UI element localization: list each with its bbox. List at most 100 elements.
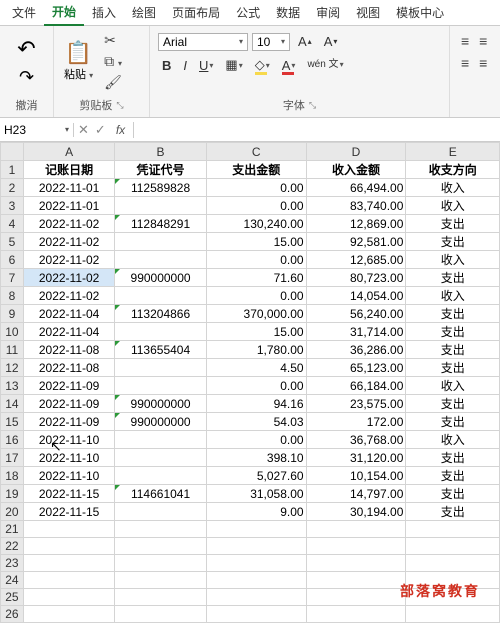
cell[interactable]: 36,768.00: [306, 431, 406, 449]
cell[interactable]: 5,027.60: [206, 467, 306, 485]
cell[interactable]: 2022-11-15: [23, 503, 114, 521]
format-painter-button[interactable]: 🖌: [101, 73, 125, 92]
cell[interactable]: 支出: [406, 449, 500, 467]
cell[interactable]: 0.00: [206, 251, 306, 269]
cell[interactable]: 113204866: [115, 305, 206, 323]
cell[interactable]: 92,581.00: [306, 233, 406, 251]
cell[interactable]: 65,123.00: [306, 359, 406, 377]
cell[interactable]: 23,575.00: [306, 395, 406, 413]
row-header[interactable]: 10: [1, 323, 24, 341]
cell[interactable]: 2022-11-09: [23, 395, 114, 413]
cell[interactable]: 10,154.00: [306, 467, 406, 485]
cell[interactable]: 30,194.00: [306, 503, 406, 521]
row-header[interactable]: 21: [1, 521, 24, 538]
cell[interactable]: 2022-11-02: [23, 233, 114, 251]
cell[interactable]: 0.00: [206, 179, 306, 197]
cell[interactable]: 2022-11-02: [23, 269, 114, 287]
formula-input[interactable]: [134, 123, 500, 137]
cell[interactable]: [115, 377, 206, 395]
col-header[interactable]: E: [406, 143, 500, 161]
row-header[interactable]: 2: [1, 179, 24, 197]
align-top-button[interactable]: ≡: [458, 32, 472, 50]
select-all-corner[interactable]: [1, 143, 24, 161]
cell[interactable]: 66,184.00: [306, 377, 406, 395]
cell[interactable]: [406, 606, 500, 623]
row-header[interactable]: 24: [1, 572, 24, 589]
cell[interactable]: 113655404: [115, 341, 206, 359]
cell[interactable]: 支出: [406, 233, 500, 251]
cell[interactable]: 2022-11-09: [23, 377, 114, 395]
cell[interactable]: 支出: [406, 323, 500, 341]
cell[interactable]: 2022-11-04: [23, 305, 114, 323]
copy-button[interactable]: ⧉ ▾: [101, 52, 125, 71]
cell[interactable]: [206, 521, 306, 538]
cell[interactable]: 2022-11-04: [23, 323, 114, 341]
col-header[interactable]: C: [206, 143, 306, 161]
tab-3[interactable]: 绘图: [124, 0, 164, 25]
col-header[interactable]: B: [115, 143, 206, 161]
cut-button[interactable]: ✂: [101, 31, 125, 50]
cell[interactable]: 9.00: [206, 503, 306, 521]
cell[interactable]: 36,286.00: [306, 341, 406, 359]
cell[interactable]: [115, 538, 206, 555]
tab-2[interactable]: 插入: [84, 0, 124, 25]
align-middle-button[interactable]: ≡: [476, 32, 490, 50]
cell[interactable]: 112589828: [115, 179, 206, 197]
bold-button[interactable]: B: [158, 56, 175, 75]
cell[interactable]: [115, 589, 206, 606]
cell[interactable]: [115, 606, 206, 623]
cell[interactable]: [306, 555, 406, 572]
cell[interactable]: [406, 521, 500, 538]
table-header-cell[interactable]: 收支方向: [406, 161, 500, 179]
table-header-cell[interactable]: 凭证代号: [115, 161, 206, 179]
cell[interactable]: 支出: [406, 269, 500, 287]
row-header[interactable]: 5: [1, 233, 24, 251]
cell[interactable]: 收入: [406, 251, 500, 269]
border-button[interactable]: ▦ ▾: [221, 55, 246, 75]
row-header[interactable]: 23: [1, 555, 24, 572]
italic-button[interactable]: I: [179, 56, 191, 75]
cell[interactable]: 0.00: [206, 287, 306, 305]
cell[interactable]: 支出: [406, 467, 500, 485]
cell[interactable]: 支出: [406, 413, 500, 431]
cell[interactable]: [23, 589, 114, 606]
dialog-launcher-icon[interactable]: ⤡: [116, 100, 123, 111]
row-header[interactable]: 14: [1, 395, 24, 413]
cell[interactable]: [306, 521, 406, 538]
fill-color-button[interactable]: ◇ ▾: [251, 55, 274, 75]
cell[interactable]: 71.60: [206, 269, 306, 287]
cell[interactable]: 2022-11-01: [23, 179, 114, 197]
cell[interactable]: 支出: [406, 305, 500, 323]
cell[interactable]: 0.00: [206, 197, 306, 215]
row-header[interactable]: 26: [1, 606, 24, 623]
cell[interactable]: [23, 606, 114, 623]
cell[interactable]: [115, 503, 206, 521]
row-header[interactable]: 11: [1, 341, 24, 359]
cell[interactable]: 12,685.00: [306, 251, 406, 269]
cell[interactable]: [406, 555, 500, 572]
cell[interactable]: 112848291: [115, 215, 206, 233]
cell[interactable]: 0.00: [206, 431, 306, 449]
tab-4[interactable]: 页面布局: [164, 0, 228, 25]
cell[interactable]: 收入: [406, 377, 500, 395]
row-header[interactable]: 16: [1, 431, 24, 449]
row-header[interactable]: 3: [1, 197, 24, 215]
cell[interactable]: [306, 606, 406, 623]
cell[interactable]: 4.50: [206, 359, 306, 377]
font-color-button[interactable]: A ▾: [278, 56, 300, 75]
cell[interactable]: 990000000: [115, 395, 206, 413]
cell[interactable]: 15.00: [206, 323, 306, 341]
row-header[interactable]: 22: [1, 538, 24, 555]
row-header[interactable]: 25: [1, 589, 24, 606]
cell[interactable]: [23, 555, 114, 572]
cell[interactable]: 支出: [406, 485, 500, 503]
cell[interactable]: 114661041: [115, 485, 206, 503]
increase-font-button[interactable]: A▴: [294, 32, 316, 51]
cell[interactable]: 172.00: [306, 413, 406, 431]
decrease-font-button[interactable]: A▾: [320, 32, 342, 51]
cell[interactable]: 支出: [406, 359, 500, 377]
cell[interactable]: 80,723.00: [306, 269, 406, 287]
tab-7[interactable]: 审阅: [308, 0, 348, 25]
name-box[interactable]: H23▾: [0, 123, 74, 137]
table-header-cell[interactable]: 记账日期: [23, 161, 114, 179]
